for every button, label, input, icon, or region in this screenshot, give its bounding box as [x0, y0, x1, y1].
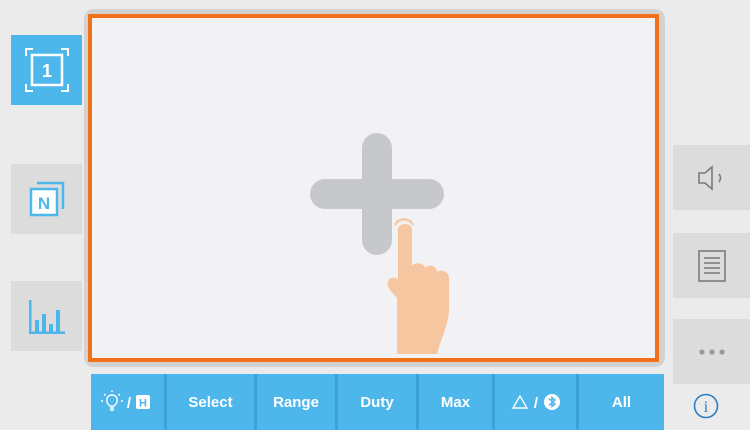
single-mode-number: 1	[41, 61, 51, 81]
more-button[interactable]	[673, 319, 750, 384]
single-frame-icon: 1	[24, 48, 69, 92]
info-button[interactable]: i	[692, 392, 720, 420]
range-button[interactable]: Range	[257, 374, 338, 430]
delta-bluetooth-icon: /	[511, 394, 560, 412]
multi-mode-button[interactable]: N	[11, 164, 82, 234]
light-bulb-hold-icon: / H	[100, 390, 150, 412]
light-hold-button[interactable]: / H	[91, 374, 167, 430]
delta-bt-separator: /	[533, 395, 538, 412]
measurement-display[interactable]	[88, 14, 659, 362]
multi-mode-letter: N	[37, 194, 49, 213]
bar-chart-icon	[28, 300, 65, 334]
more-dots-icon	[698, 348, 725, 355]
app-screen: 1 N i / H Select Range Duty Max / All	[0, 0, 750, 430]
all-label: All	[611, 393, 632, 411]
duty-button[interactable]: Duty	[338, 374, 419, 430]
delta-bluetooth-button[interactable]: /	[495, 374, 579, 430]
bottom-toolbar: / H Select Range Duty Max / All	[91, 374, 664, 430]
duty-label: Duty	[360, 393, 394, 411]
range-label: Range	[273, 393, 319, 411]
tap-to-add-icon	[310, 133, 449, 354]
sound-button[interactable]	[673, 145, 750, 210]
max-button[interactable]: Max	[419, 374, 495, 430]
all-button[interactable]: All	[579, 374, 664, 430]
max-label: Max	[440, 393, 471, 411]
select-button[interactable]: Select	[167, 374, 257, 430]
multi-frame-icon: N	[29, 181, 64, 217]
hold-badge: H	[139, 398, 147, 410]
single-mode-button[interactable]: 1	[11, 35, 82, 105]
speaker-icon	[697, 164, 721, 191]
list-icon	[697, 249, 726, 282]
info-glyph: i	[704, 399, 709, 416]
select-label: Select	[188, 393, 233, 411]
chart-mode-button[interactable]	[11, 281, 82, 351]
info-icon: i	[693, 393, 719, 419]
light-hold-separator: /	[126, 395, 131, 412]
list-button[interactable]	[673, 233, 750, 298]
